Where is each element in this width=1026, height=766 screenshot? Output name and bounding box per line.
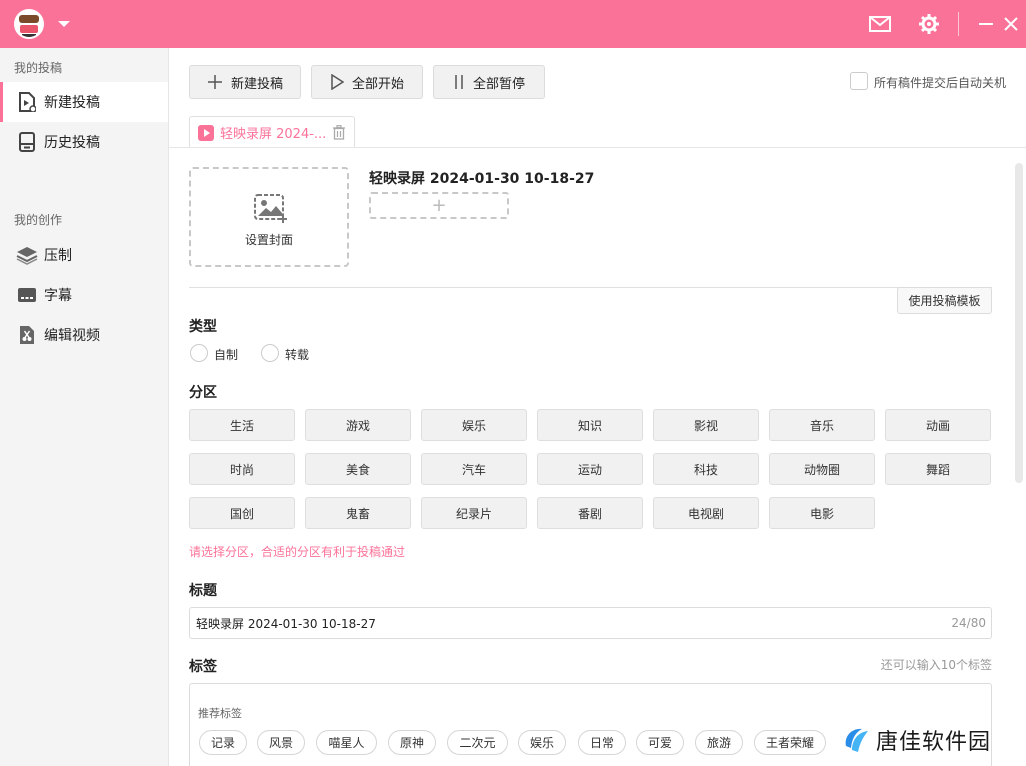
category-button[interactable]: 动画 — [885, 409, 991, 441]
title-bar — [0, 0, 1026, 48]
category-button[interactable]: 汽车 — [421, 453, 527, 485]
submission-tab[interactable]: 轻映录屏 2024-... — [189, 116, 355, 148]
recommended-tag[interactable]: 日常 — [578, 730, 626, 755]
start-all-button[interactable]: 全部开始 — [311, 65, 423, 99]
category-hint: 请选择分区，合适的分区有利于投稿通过 — [189, 545, 406, 559]
start-all-button-label: 全部开始 — [351, 76, 404, 92]
category-button[interactable]: 科技 — [653, 453, 759, 485]
watermark-text: 唐佳软件园 — [876, 730, 992, 755]
auto-shutdown-checkbox[interactable] — [850, 72, 868, 90]
account-dropdown-icon[interactable] — [58, 21, 70, 27]
category-button[interactable]: 动物圈 — [769, 453, 875, 485]
sidebar: 我的投稿 新建投稿 历史投稿 我的创作 压制 字幕 编辑视频 — [0, 48, 169, 766]
category-button[interactable]: 美食 — [305, 453, 411, 485]
sidebar-item-new-submission[interactable]: 新建投稿 — [0, 82, 168, 122]
recommended-tag[interactable]: 记录 — [199, 730, 247, 755]
video-title: 轻映录屏 2024-01-30 10-18-27 — [369, 171, 595, 187]
image-add-icon — [253, 193, 289, 227]
layers-icon — [16, 244, 38, 266]
sidebar-item-label: 压制 — [44, 248, 72, 264]
recommended-tags-label: 推荐标签 — [198, 707, 242, 720]
mail-icon[interactable] — [868, 12, 892, 36]
scrollbar[interactable] — [1015, 163, 1023, 483]
minimize-icon[interactable] — [974, 12, 998, 36]
sidebar-item-label: 字幕 — [44, 288, 72, 304]
category-button[interactable]: 纪录片 — [421, 497, 527, 529]
category-button[interactable]: 音乐 — [769, 409, 875, 441]
title-input-value: 轻映录屏 2024-01-30 10-18-27 — [196, 616, 376, 631]
pause-all-button-label: 全部暂停 — [472, 76, 525, 92]
submission-tab-label: 轻映录屏 2024-... — [220, 127, 327, 142]
new-submission-button-label: 新建投稿 — [230, 76, 283, 92]
section-divider — [189, 287, 992, 288]
category-button[interactable]: 电影 — [769, 497, 875, 529]
type-radio-original-label: 自制 — [214, 348, 239, 362]
recommended-tag[interactable]: 风景 — [257, 730, 305, 755]
sidebar-item-edit-video[interactable]: 编辑视频 — [0, 315, 168, 355]
category-button[interactable]: 知识 — [537, 409, 643, 441]
category-heading: 分区 — [189, 385, 217, 401]
type-radio-repost[interactable] — [261, 344, 279, 362]
title-input[interactable]: 轻映录屏 2024-01-30 10-18-27 24/80 — [189, 607, 992, 639]
pause-icon — [455, 75, 463, 89]
archive-icon — [16, 131, 38, 153]
recommended-tag[interactable]: 可爱 — [636, 730, 684, 755]
recommended-tag[interactable]: 二次元 — [447, 730, 508, 755]
title-char-count: 24/80 — [951, 616, 986, 630]
category-button[interactable]: 生活 — [189, 409, 295, 441]
tags-remaining-hint: 还可以输入10个标签 — [880, 658, 992, 672]
gear-icon[interactable] — [917, 12, 941, 36]
watermark-logo-icon — [845, 728, 868, 752]
video-play-icon — [198, 124, 214, 141]
avatar[interactable] — [14, 9, 44, 39]
tags-heading: 标签 — [189, 659, 217, 675]
category-button[interactable]: 国创 — [189, 497, 295, 529]
plus-icon — [207, 75, 222, 89]
category-button[interactable]: 游戏 — [305, 409, 411, 441]
sidebar-section-my-submissions: 我的投稿 — [14, 61, 63, 75]
new-file-icon — [16, 91, 38, 113]
set-cover-button[interactable]: 设置封面 — [189, 167, 349, 267]
recommended-tag[interactable]: 原神 — [388, 730, 436, 755]
title-bar-separator — [958, 12, 959, 36]
add-part-button[interactable]: + — [369, 192, 509, 219]
sidebar-item-subtitle[interactable]: 字幕 — [0, 275, 168, 315]
trash-icon[interactable] — [332, 125, 346, 144]
watermark: 唐佳软件园 — [842, 724, 991, 756]
close-icon[interactable] — [999, 12, 1023, 36]
type-radio-repost-label: 转载 — [285, 348, 310, 362]
scissors-file-icon — [16, 324, 38, 346]
category-button[interactable]: 番剧 — [537, 497, 643, 529]
type-heading: 类型 — [189, 319, 217, 335]
sidebar-section-my-creation: 我的创作 — [14, 213, 63, 227]
category-button[interactable]: 影视 — [653, 409, 759, 441]
sidebar-item-label: 历史投稿 — [44, 135, 100, 151]
recommended-tag[interactable]: 娱乐 — [518, 730, 566, 755]
sidebar-item-label: 编辑视频 — [44, 328, 100, 344]
pause-all-button[interactable]: 全部暂停 — [433, 65, 545, 99]
category-button[interactable]: 电视剧 — [653, 497, 759, 529]
type-radio-original[interactable] — [190, 344, 208, 362]
play-icon — [331, 74, 344, 90]
recommended-tag[interactable]: 旅游 — [695, 730, 743, 755]
category-button[interactable]: 娱乐 — [421, 409, 527, 441]
new-submission-button[interactable]: 新建投稿 — [189, 65, 301, 99]
sidebar-item-history[interactable]: 历史投稿 — [0, 122, 168, 162]
category-button[interactable]: 鬼畜 — [305, 497, 411, 529]
category-button[interactable]: 运动 — [537, 453, 643, 485]
category-button[interactable]: 时尚 — [189, 453, 295, 485]
category-button[interactable]: 舞蹈 — [885, 453, 991, 485]
set-cover-label: 设置封面 — [244, 233, 293, 247]
subtitle-icon — [16, 284, 38, 306]
title-heading: 标题 — [189, 583, 217, 599]
use-template-button[interactable]: 使用投稿模板 — [897, 287, 992, 314]
recommended-tag[interactable]: 王者荣耀 — [754, 730, 826, 755]
sidebar-item-label: 新建投稿 — [44, 95, 100, 111]
tab-divider — [169, 147, 1026, 148]
auto-shutdown-label: 所有稿件提交后自动关机 — [874, 76, 1007, 90]
sidebar-item-compress[interactable]: 压制 — [0, 235, 168, 275]
recommended-tag[interactable]: 喵星人 — [316, 730, 377, 755]
